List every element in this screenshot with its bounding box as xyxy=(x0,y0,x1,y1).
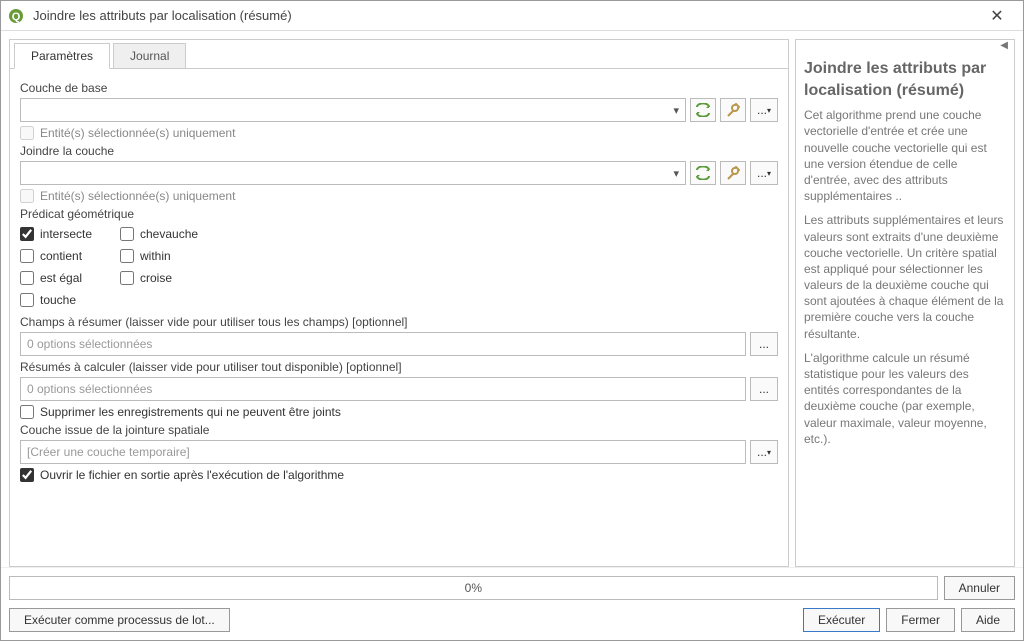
remove-unjoined-check[interactable]: Supprimer les enregistrements qui ne peu… xyxy=(20,405,778,419)
base-selected-only-checkbox xyxy=(20,126,34,140)
parameters-panel: Paramètres Journal Couche de base ...▾ xyxy=(9,39,789,567)
help-paragraph-2: Les attributs supplémentaires et leurs v… xyxy=(804,212,1006,342)
progress-bar: 0% xyxy=(9,576,938,600)
collapse-icon[interactable]: ◀ xyxy=(796,40,1014,54)
fields-summary-input[interactable]: 0 options sélectionnées xyxy=(20,332,746,356)
tab-body: Couche de base ...▾ Entité(s) sélectionn… xyxy=(10,68,788,566)
content-area: Paramètres Journal Couche de base ...▾ xyxy=(1,31,1023,567)
help-panel: ◀ Joindre les attributs par localisation… xyxy=(795,39,1015,567)
window-title: Joindre les attributs par localisation (… xyxy=(33,8,977,23)
base-layer-combo[interactable] xyxy=(20,98,686,122)
output-layer-browse[interactable]: ...▾ xyxy=(750,440,778,464)
predicate-intersects[interactable]: intersecte xyxy=(20,227,110,241)
predicate-grid: intersecte chevauche contient within est… xyxy=(20,225,778,309)
summaries-label: Résumés à calculer (laisser vide pour ut… xyxy=(20,360,778,374)
tab-bar: Paramètres Journal xyxy=(10,39,788,69)
wrench-icon[interactable] xyxy=(720,98,746,122)
predicate-label: Prédicat géométrique xyxy=(20,207,778,221)
help-title: Joindre les attributs par localisation (… xyxy=(804,58,1006,101)
join-layer-combo[interactable] xyxy=(20,161,686,185)
close-icon[interactable]: ✕ xyxy=(977,6,1017,26)
titlebar: Q Joindre les attributs par localisation… xyxy=(1,1,1023,31)
cancel-button[interactable]: Annuler xyxy=(944,576,1015,600)
tab-log[interactable]: Journal xyxy=(113,43,186,69)
footer: 0% Annuler Exécuter comme processus de l… xyxy=(1,567,1023,640)
wrench-icon-2[interactable] xyxy=(720,161,746,185)
join-selected-only-check: Entité(s) sélectionnée(s) uniquement xyxy=(20,189,778,203)
help-paragraph-3: L'algorithme calcule un résumé statistiq… xyxy=(804,350,1006,447)
base-selected-only-check: Entité(s) sélectionnée(s) uniquement xyxy=(20,126,778,140)
predicate-touches[interactable]: touche xyxy=(20,293,110,307)
predicate-overlaps[interactable]: chevauche xyxy=(120,227,240,241)
base-layer-browse[interactable]: ...▾ xyxy=(750,98,778,122)
open-after-check[interactable]: Ouvrir le fichier en sortie après l'exéc… xyxy=(20,468,778,482)
batch-button[interactable]: Exécuter comme processus de lot... xyxy=(9,608,230,632)
summaries-browse[interactable]: ... xyxy=(750,377,778,401)
close-button[interactable]: Fermer xyxy=(886,608,955,632)
help-button[interactable]: Aide xyxy=(961,608,1015,632)
join-layer-label: Joindre la couche xyxy=(20,144,778,158)
iterate-icon-2[interactable] xyxy=(690,161,716,185)
base-layer-label: Couche de base xyxy=(20,81,778,95)
summaries-input[interactable]: 0 options sélectionnées xyxy=(20,377,746,401)
app-icon: Q xyxy=(7,7,25,25)
svg-text:Q: Q xyxy=(12,11,21,23)
join-layer-browse[interactable]: ...▾ xyxy=(750,161,778,185)
dialog-window: Q Joindre les attributs par localisation… xyxy=(0,0,1024,641)
tab-parameters[interactable]: Paramètres xyxy=(14,43,110,69)
output-layer-label: Couche issue de la jointure spatiale xyxy=(20,423,778,437)
output-layer-input[interactable]: [Créer une couche temporaire] xyxy=(20,440,746,464)
help-paragraph-1: Cet algorithme prend une couche vectorie… xyxy=(804,107,1006,204)
iterate-icon[interactable] xyxy=(690,98,716,122)
predicate-contains[interactable]: contient xyxy=(20,249,110,263)
predicate-within[interactable]: within xyxy=(120,249,240,263)
fields-summary-browse[interactable]: ... xyxy=(750,332,778,356)
join-selected-only-checkbox xyxy=(20,189,34,203)
run-button[interactable]: Exécuter xyxy=(803,608,880,632)
fields-summary-label: Champs à résumer (laisser vide pour util… xyxy=(20,315,778,329)
predicate-equals[interactable]: est égal xyxy=(20,271,110,285)
predicate-crosses[interactable]: croise xyxy=(120,271,240,285)
